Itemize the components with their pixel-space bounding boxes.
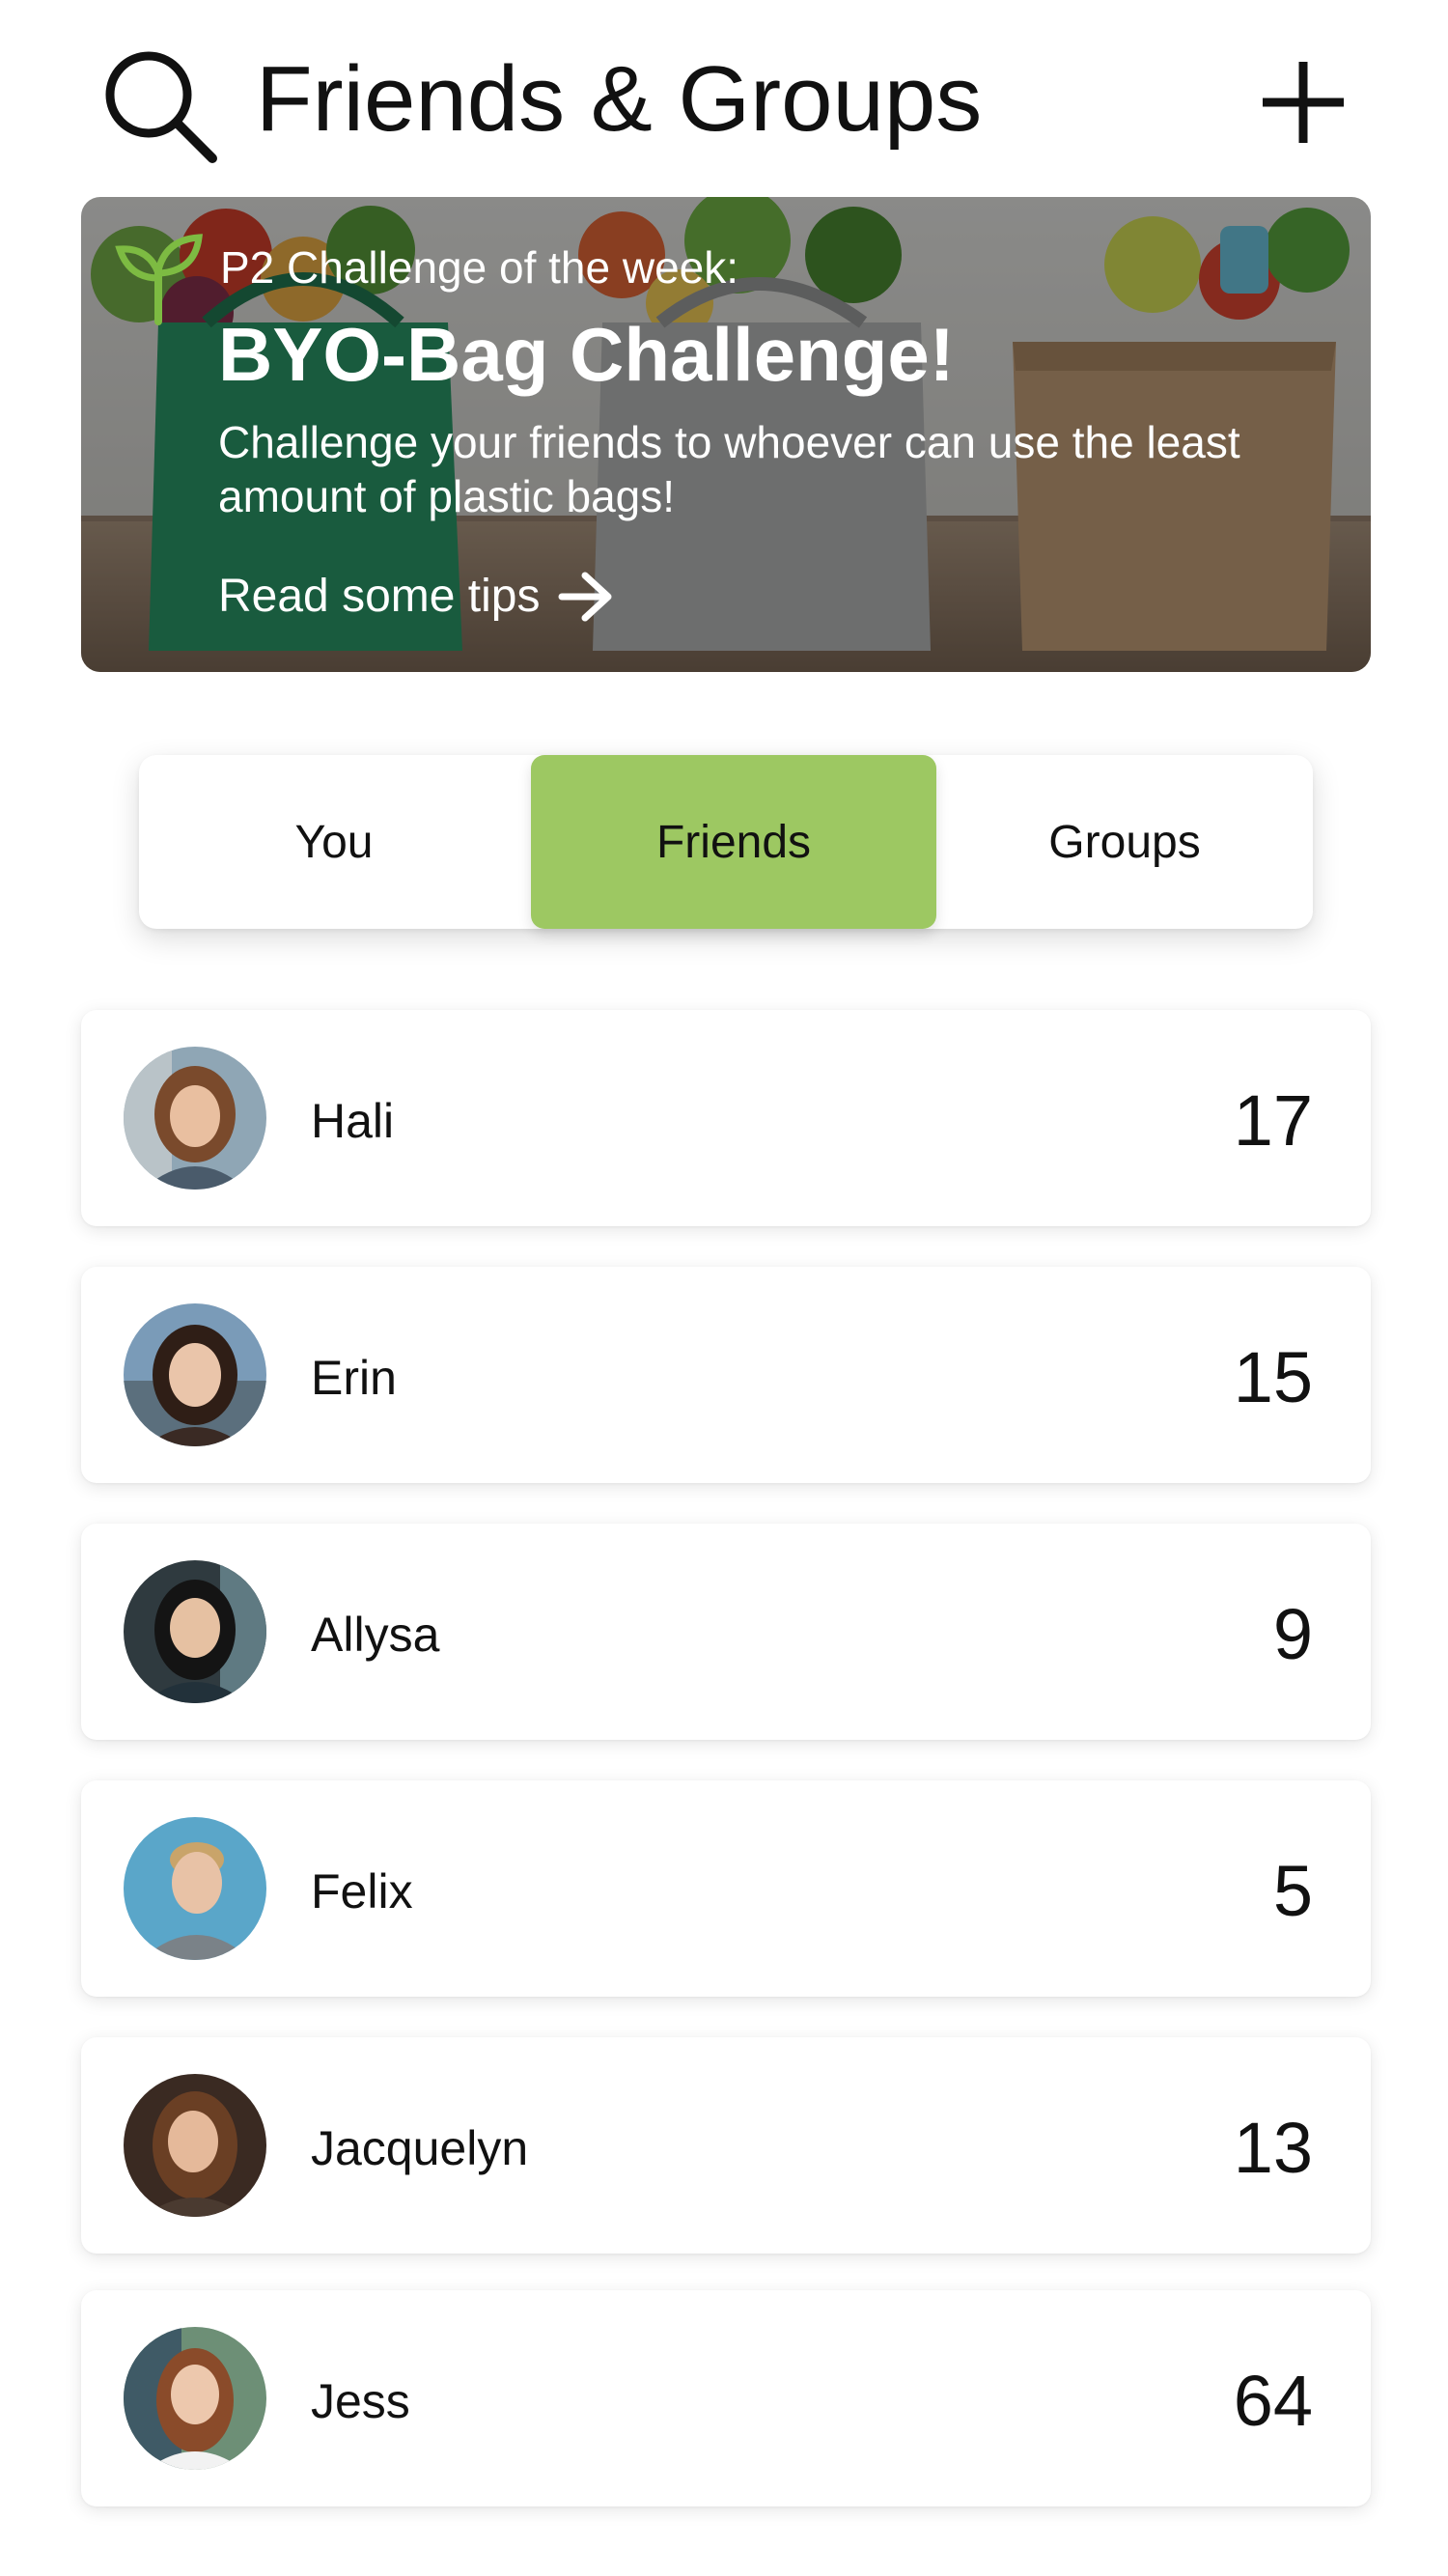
avatar <box>124 1817 266 1960</box>
plus-icon <box>1263 62 1344 143</box>
avatar <box>124 1303 266 1446</box>
avatar <box>124 2074 266 2217</box>
friend-score: 17 <box>1233 1080 1313 1161</box>
friend-score: 13 <box>1233 2108 1313 2188</box>
friend-card[interactable]: Hali 17 <box>81 1010 1371 1226</box>
friend-card[interactable]: Jacquelyn 13 <box>81 2037 1371 2254</box>
search-button[interactable] <box>97 42 222 168</box>
add-friend-button[interactable] <box>1255 54 1351 151</box>
friend-name: Hali <box>311 1094 395 1148</box>
app-header: Friends & Groups <box>0 0 1448 193</box>
challenge-description: Challenge your friends to whoever can us… <box>218 417 1240 521</box>
scope-tabs: You Friends Groups <box>139 755 1313 929</box>
friend-card[interactable]: Allysa 9 <box>81 1524 1371 1740</box>
sprout-icon <box>115 234 203 325</box>
friend-name: Jess <box>311 2374 410 2428</box>
friend-name: Erin <box>311 1351 397 1405</box>
read-tips-link[interactable]: Read some tips <box>218 568 614 626</box>
avatar <box>124 2327 266 2470</box>
challenge-eyebrow: P2 Challenge of the week: <box>220 242 739 293</box>
challenge-banner[interactable]: P2 Challenge of the week: BYO-Bag Challe… <box>81 197 1371 672</box>
friend-card[interactable]: Erin 15 <box>81 1267 1371 1483</box>
arrow-right-icon <box>558 572 611 622</box>
friend-name: Felix <box>311 1864 413 1918</box>
avatar <box>124 1047 266 1190</box>
friend-card[interactable]: Felix 5 <box>81 1780 1371 1997</box>
read-tips-label: Read some tips <box>218 571 541 622</box>
tab-friends[interactable]: Friends <box>531 755 936 929</box>
avatar <box>124 1560 266 1703</box>
tab-groups[interactable]: Groups <box>936 755 1313 929</box>
search-icon <box>105 51 217 163</box>
friend-name: Allysa <box>311 1608 440 1662</box>
challenge-title: BYO-Bag Challenge! <box>218 312 955 397</box>
tab-you[interactable]: You <box>139 755 529 929</box>
friend-name: Jacquelyn <box>311 2121 529 2175</box>
friend-score: 15 <box>1233 1337 1313 1417</box>
friend-score: 9 <box>1272 1594 1313 1674</box>
friend-score: 64 <box>1233 2361 1313 2441</box>
page-title: Friends & Groups <box>256 47 983 151</box>
friend-score: 5 <box>1272 1851 1313 1931</box>
friend-card[interactable]: Jess 64 <box>81 2290 1371 2506</box>
